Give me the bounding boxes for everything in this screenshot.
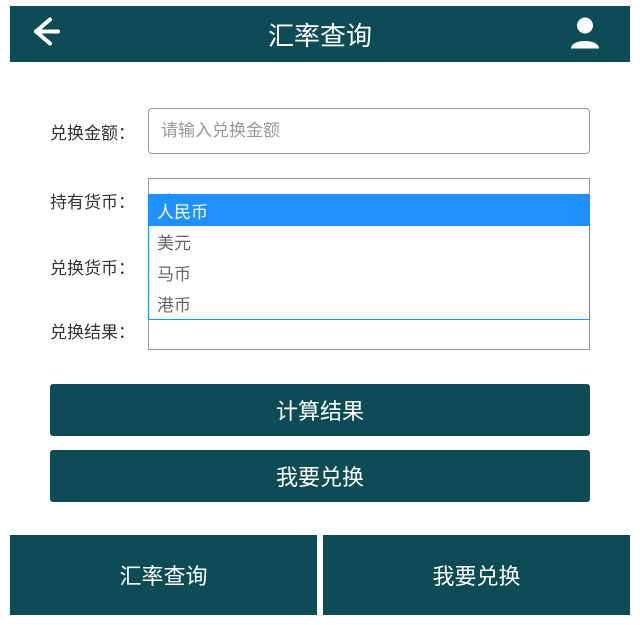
user-icon <box>568 15 602 49</box>
header-bar: 汇率查询 <box>10 6 630 62</box>
dropdown-option-1[interactable]: 美元 <box>149 226 589 257</box>
currency-dropdown: 人民币 美元 马币 港币 <box>148 194 590 320</box>
label-hold-currency: 持有货币： <box>50 188 148 213</box>
form-area: 兑换金额： 持有货币： 人民币 ▼ 兑换货币： 兑换结果： <box>0 62 640 370</box>
page-title: 汇率查询 <box>268 16 372 53</box>
user-button[interactable] <box>568 15 602 54</box>
back-arrow-icon <box>26 14 62 50</box>
label-amount: 兑换金额： <box>50 119 148 144</box>
tab-rate-query[interactable]: 汇率查询 <box>10 535 317 615</box>
amount-input[interactable] <box>148 108 590 154</box>
app-root: 汇率查询 兑换金额： 持有货币： 人民币 ▼ 兑换货币 <box>0 6 640 625</box>
calculate-button[interactable]: 计算结果 <box>50 384 590 436</box>
bottom-bar: 汇率查询 我要兑换 <box>10 535 630 615</box>
dropdown-option-2[interactable]: 马币 <box>149 257 589 288</box>
dropdown-option-0[interactable]: 人民币 <box>149 195 589 226</box>
row-amount: 兑换金额： <box>50 108 590 154</box>
label-result: 兑换结果： <box>50 318 148 343</box>
back-button[interactable] <box>26 14 62 55</box>
label-exchange-currency: 兑换货币： <box>50 254 148 279</box>
exchange-button[interactable]: 我要兑换 <box>50 450 590 502</box>
dropdown-option-3[interactable]: 港币 <box>149 288 589 319</box>
tab-want-exchange[interactable]: 我要兑换 <box>323 535 630 615</box>
